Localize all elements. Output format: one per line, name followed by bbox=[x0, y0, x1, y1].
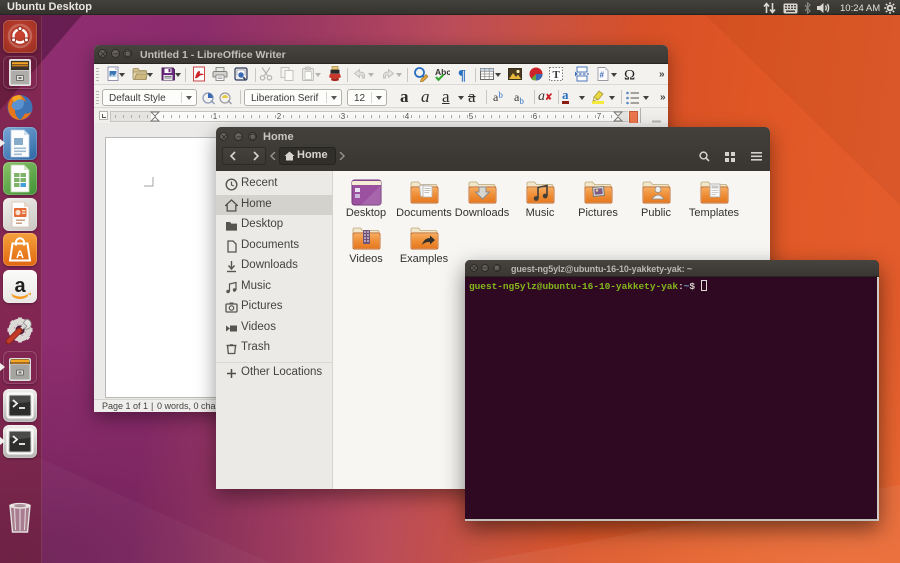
svg-text:¶: ¶ bbox=[458, 68, 466, 83]
svg-text:T: T bbox=[553, 69, 561, 81]
svg-text:#: # bbox=[600, 71, 605, 80]
svg-text:A: A bbox=[16, 249, 24, 261]
svg-text:Ω: Ω bbox=[624, 68, 635, 83]
svg-text:a: a bbox=[14, 275, 26, 297]
